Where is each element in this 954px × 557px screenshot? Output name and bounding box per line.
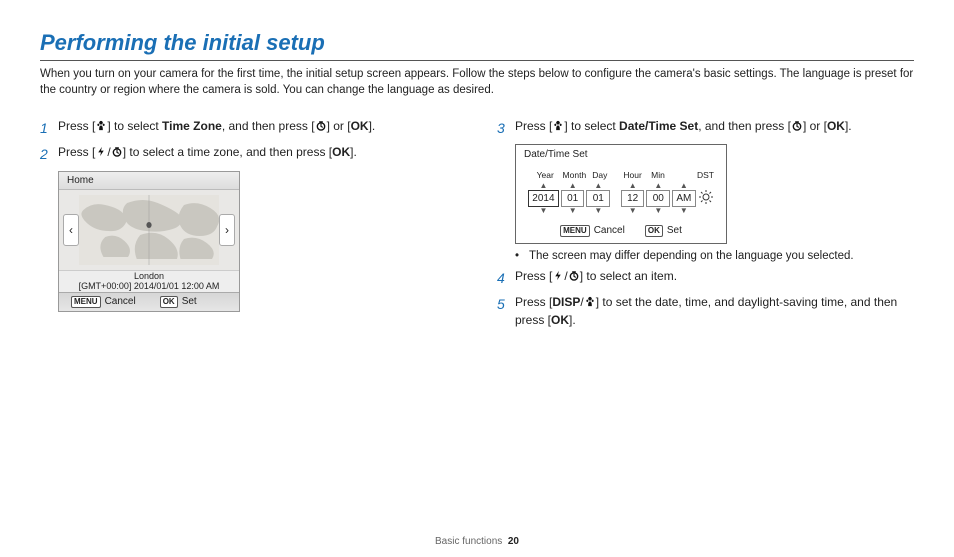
macro-icon [95,120,107,131]
datetime-title: Date/Time Set [516,145,726,164]
step-number: 1 [40,118,58,138]
step-number: 2 [40,144,58,164]
min-spinner[interactable]: ▲00▼ [646,182,670,215]
left-column: 1 Press [] to select Time Zone, and then… [40,118,457,335]
intro-text: When you turn on your camera for the fir… [40,67,914,98]
step-number: 5 [497,294,515,329]
timezone-gmt: [GMT+00:00] 2014/01/01 12:00 AM [59,282,239,292]
page-footer: Basic functions 20 [0,536,954,547]
timer-icon [315,120,327,131]
year-spinner[interactable]: ▲2014▼ [528,182,559,215]
step-3: 3 Press [] to select Date/Time Set, and … [497,118,914,138]
right-column: 3 Press [] to select Date/Time Set, and … [497,118,914,335]
timer-icon [568,270,580,281]
ok-label-icon: OK [160,296,178,308]
cancel-button[interactable]: MENUCancel [560,225,625,237]
timezone-screenshot: Home ‹ [58,171,240,312]
timezone-city-block: London [GMT+00:00] 2014/01/01 12:00 AM [59,270,239,293]
macro-icon [552,120,564,131]
datetime-row: ▲2014▼ ▲01▼ ▲01▼ ▲12▼ ▲00▼ ▲AM▼ [516,180,726,221]
world-map: ‹ › [59,190,239,270]
flash-icon [95,146,107,157]
step-1: 1 Press [] to select Time Zone, and then… [40,118,457,138]
step-number: 3 [497,118,515,138]
ok-icon: OK [332,145,350,159]
step-2: 2 Press [/] to select a time zone, and t… [40,144,457,164]
timer-icon [791,120,803,131]
disp-icon: DISP [552,295,580,309]
page-title: Performing the initial setup [40,30,914,56]
timezone-footer: MENUCancel OKSet [59,292,239,311]
hour-spinner[interactable]: ▲12▼ [621,182,645,215]
macro-icon [584,296,596,307]
dst-toggle[interactable] [698,180,714,217]
month-spinner[interactable]: ▲01▼ [561,182,585,215]
datetime-headers: Year Month Day Hour Min DST [516,164,726,180]
datetime-screenshot: Date/Time Set Year Month Day Hour Min DS… [515,144,727,244]
step-4: 4 Press [/] to select an item. [497,268,914,288]
flash-icon [552,270,564,281]
step-5: 5 Press [DISP/] to set the date, time, a… [497,294,914,329]
timer-icon [111,146,123,157]
map-left-arrow[interactable]: ‹ [63,214,79,246]
datetime-footer: MENUCancel OKSet [516,221,726,243]
ok-icon: OK [351,119,369,133]
cancel-button[interactable]: MENUCancel [71,296,136,308]
ok-label-icon: OK [645,225,663,237]
title-rule [40,60,914,61]
note-bullet: • The screen may differ depending on the… [515,250,914,262]
set-button[interactable]: OKSet [645,225,682,237]
menu-label-icon: MENU [560,225,590,237]
sun-icon [699,190,713,204]
set-button[interactable]: OKSet [160,296,197,308]
menu-label-icon: MENU [71,296,101,308]
world-map-svg [79,195,219,265]
map-right-arrow[interactable]: › [219,214,235,246]
ok-icon: OK [827,119,845,133]
ampm-spinner[interactable]: ▲AM▼ [672,182,696,215]
timezone-title: Home [59,172,239,190]
step-number: 4 [497,268,515,288]
ok-icon: OK [551,313,569,327]
day-spinner[interactable]: ▲01▼ [586,182,610,215]
